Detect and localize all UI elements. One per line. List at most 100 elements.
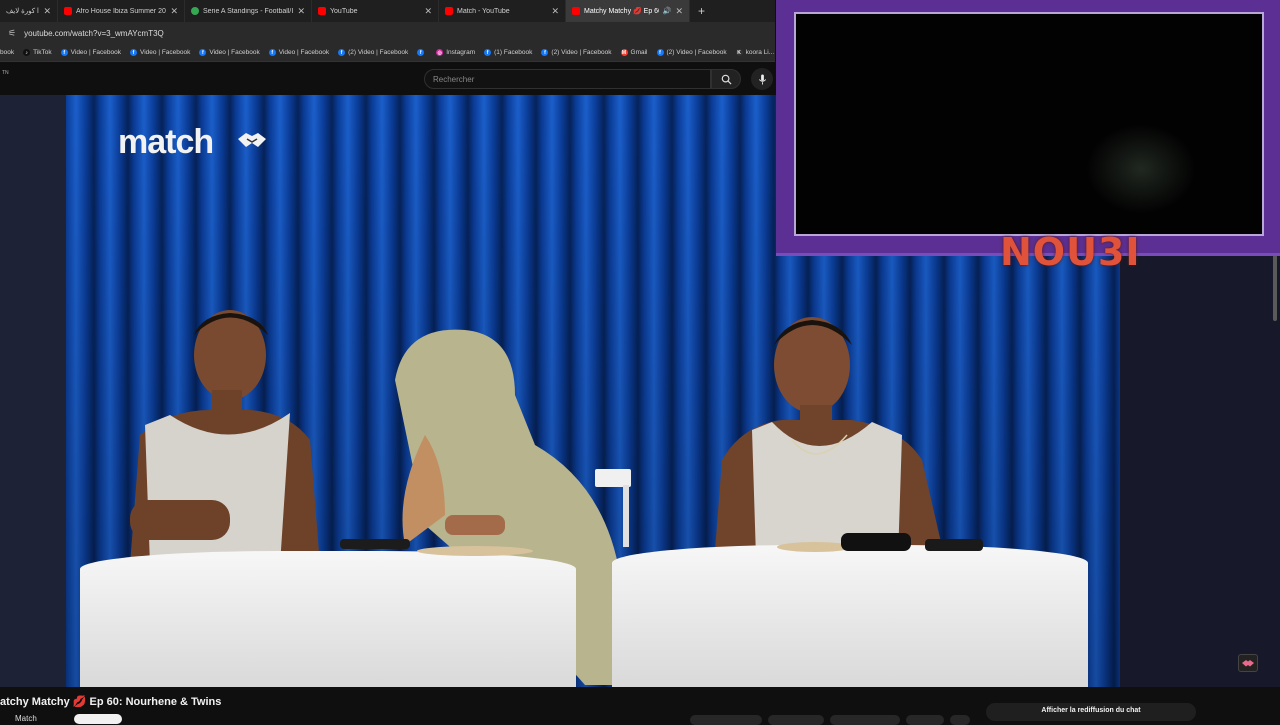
bookmark-item[interactable]: ◎ Instagram [436,49,475,56]
browser-tab-youtube[interactable]: YouTube ✕ [312,0,439,22]
bookmark-item[interactable]: ♪ TikTok [23,49,52,56]
tab-label: Match - YouTube [457,7,510,15]
webcam-feed [794,12,1264,236]
search-button[interactable] [711,69,741,89]
facebook-icon: f [417,49,425,56]
search-icon [721,74,732,85]
site-favicon-icon [191,7,199,15]
handshake-icon [1242,660,1254,667]
bookmark-item[interactable]: f Video | Facebook [199,49,260,56]
close-icon[interactable]: ✕ [675,6,683,17]
tab-label: Afro House Ibiza Summer 2025 [76,7,167,15]
youtube-favicon-icon [572,7,580,15]
table-right [612,545,1088,687]
k-icon: K [735,49,743,56]
channel-watermark-icon[interactable] [1238,654,1258,672]
browser-tab-koora[interactable]: كورة لايف live ✕ [0,0,58,22]
facebook-icon: f [268,49,276,56]
tiktok-icon: ♪ [23,49,31,56]
voice-search-button[interactable] [751,68,773,90]
bookmark-item[interactable]: Kkoora Li... [735,49,775,56]
site-settings-icon[interactable]: ⚟ [8,28,16,39]
table-right-props [777,533,983,552]
bookmark-item[interactable]: f Video | Facebook [268,49,330,56]
bookmark-item[interactable]: book [0,49,14,56]
bookmark-label: koora Li... [745,49,775,56]
action-button-1[interactable] [690,715,762,725]
bookmark-item[interactable]: f (2) Video | Facebook [541,49,612,56]
new-tab-button[interactable]: + [690,4,713,18]
youtube-favicon-icon [64,7,72,15]
close-icon[interactable]: ✕ [424,6,432,17]
stream-overlay-frame [776,0,1280,256]
gmail-icon: M [620,49,628,56]
browser-tab-afro-house[interactable]: Afro House Ibiza Summer 2025 ✕ [58,0,185,22]
facebook-icon: f [130,49,138,56]
youtube-favicon-icon [318,7,326,15]
tab-label: YouTube [330,7,358,15]
search-input[interactable]: Rechercher [424,69,711,89]
facebook-icon: f [541,49,549,56]
close-icon[interactable]: ✕ [43,6,51,17]
instagram-icon: ◎ [436,49,444,56]
bookmark-label: (2) Video | Facebook [551,49,612,56]
bookmark-label: Video | Facebook [70,49,122,56]
close-icon[interactable]: ✕ [551,6,559,17]
bookmark-item[interactable]: f (2) Video | Facebook [656,49,727,56]
address-bar[interactable]: ⚟ youtube.com/watch?v=3_wmAYcmT3Q [0,22,775,44]
action-button-2[interactable] [768,715,824,725]
action-button-3[interactable] [830,715,900,725]
bookmark-label: Video | Facebook [278,49,330,56]
bookmark-label: (1) Facebook [494,49,533,56]
channel-name[interactable]: Match [15,714,37,723]
close-icon[interactable]: ✕ [170,6,178,17]
table-left-props [340,539,533,556]
youtube-favicon-icon [445,7,453,15]
action-button-4[interactable] [906,715,944,725]
browser-tab-matchy-matchy[interactable]: Matchy Matchy 💋 Ep 60: N 🔊 ✕ [566,0,690,22]
bookmark-label: book [0,49,15,56]
bookmark-label: Instagram [446,49,476,56]
bookmark-item[interactable]: f (2) Video | Facebook [338,49,408,56]
video-title-suffix: Ep 60: Nourhene & Twins [89,696,222,708]
bookmark-label: (2) Video | Facebook [666,49,727,56]
facebook-icon: f [338,49,346,56]
show-chat-replay-button[interactable]: Afficher la rediffusion du chat [986,703,1196,721]
browser-tab-bar: كورة لايف live ✕ Afro House Ibiza Summer… [0,0,775,22]
tab-label: Serie A Standings - Football/It... [203,7,294,15]
webcam-dim-light [1086,124,1196,214]
streamer-name: NOU3I [1000,230,1141,274]
chair [595,469,631,547]
table-left [80,551,576,687]
page-scrollbar[interactable] [1273,255,1277,321]
bookmark-item[interactable]: f [417,49,427,56]
bookmark-label: Gmail [630,49,648,56]
bookmark-label: Video | Facebook [140,49,191,56]
close-icon[interactable]: ✕ [297,6,305,17]
browser-tab-serie-a[interactable]: Serie A Standings - Football/It... ✕ [185,0,312,22]
bookmark-item[interactable]: f (1) Facebook [484,49,532,56]
facebook-icon: f [199,49,207,56]
video-title-prefix: atchy Matchy [0,696,70,708]
region-badge: TN [2,70,9,76]
bookmark-label: Video | Facebook [209,49,260,56]
youtube-header: TN Rechercher [0,62,775,95]
set-wall-left [0,95,66,687]
more-actions-button[interactable] [950,715,970,725]
bookmark-item[interactable]: M Gmail [620,49,648,56]
url-text: youtube.com/watch?v=3_wmAYcmT3Q [24,28,164,38]
video-title: atchy Matchy 💋 Ep 60: Nourhene & Twins [0,695,221,708]
facebook-icon: f [656,49,664,56]
bookmarks-bar: book ♪ TikTok f Video | Facebook f Video | Fac… [0,44,775,62]
video-info-section: atchy Matchy 💋 Ep 60: Nourhene & Twins M… [0,687,1280,725]
browser-tab-match[interactable]: Match - YouTube ✕ [439,0,566,22]
facebook-icon: f [60,49,68,56]
bookmark-item[interactable]: f Video | Facebook [60,49,122,56]
audio-icon[interactable]: 🔊 [663,7,672,15]
bookmark-label: (2) Video | Facebook [348,49,409,56]
handshake-logo-icon [238,133,266,147]
tab-label: كورة لايف live [6,8,39,15]
lips-emoji-icon: 💋 [72,696,90,708]
subscribe-button[interactable] [74,714,122,724]
bookmark-item[interactable]: f Video | Facebook [130,49,190,56]
